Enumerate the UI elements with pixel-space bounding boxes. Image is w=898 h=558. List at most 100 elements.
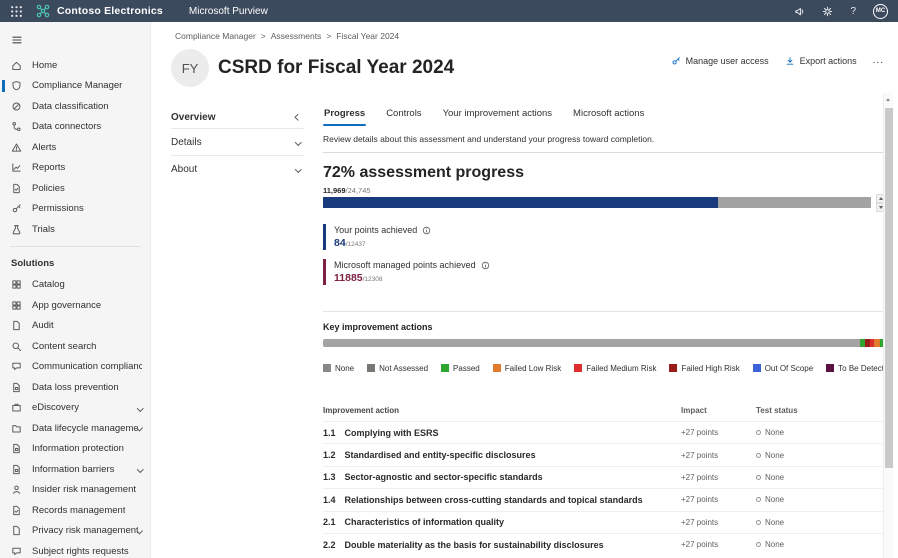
column-impact[interactable]: Impact [681, 406, 756, 415]
sidebar-item-subject-rights-requests[interactable]: Subject rights requests [0, 541, 150, 558]
action-id: 2.2 [323, 539, 336, 550]
breadcrumb: Compliance Manager > Assessments > Fisca… [175, 31, 399, 41]
action-impact: +27 points [681, 428, 719, 438]
info-icon[interactable] [422, 226, 431, 235]
chevron-down-icon [294, 165, 301, 173]
sidebar-item-records-management[interactable]: Records management [0, 500, 150, 521]
sidebar-item-trials[interactable]: Trials [0, 219, 150, 240]
scrollbar-thumb[interactable] [885, 108, 893, 468]
trials-icon [11, 224, 22, 235]
points-card-label: Your points achieved [334, 225, 418, 235]
tab-controls[interactable]: Controls [385, 106, 422, 125]
waffle-icon[interactable] [10, 5, 23, 18]
sidebar-item-compliance-manager[interactable]: Compliance Manager [0, 76, 150, 97]
content-search-icon [11, 341, 22, 352]
breadcrumb-item[interactable]: Assessments [271, 31, 322, 41]
chevron-down-icon [136, 527, 143, 534]
status-circle-icon [756, 497, 761, 503]
table-row[interactable]: 2.1 Characteristics of information quali… [323, 510, 886, 533]
collapse-panel-icon[interactable] [294, 113, 301, 121]
sidebar-item-content-search[interactable]: Content search [0, 336, 150, 357]
sidebar-item-label: Catalog [32, 279, 65, 291]
sidebar-item-data-lifecycle-management[interactable]: Data lifecycle management [0, 418, 150, 439]
status-circle-icon [756, 452, 761, 458]
download-icon [785, 56, 795, 66]
data-classification-icon [11, 101, 22, 112]
sidebar-item-label: Data connectors [32, 121, 102, 133]
status-bar-segment [323, 339, 861, 347]
gear-icon[interactable] [822, 6, 833, 17]
table-row[interactable]: 1.2 Standardised and entity-specific dis… [323, 443, 886, 465]
tab-progress[interactable]: Progress [323, 106, 367, 126]
sidebar-item-catalog[interactable]: Catalog [0, 275, 150, 296]
sidebar-item-data-classification[interactable]: Data classification [0, 96, 150, 117]
left-navigation: Home Compliance Manager Data classificat… [0, 22, 150, 558]
account-avatar[interactable]: MC [873, 3, 888, 19]
action-id: 1.4 [323, 494, 336, 505]
points-achieved-value: 11,969 [323, 186, 346, 195]
points-card-total: /12437 [345, 241, 366, 248]
records-management-icon [11, 505, 22, 516]
legend-item: Failed Medium Risk [574, 364, 656, 373]
help-icon[interactable]: ? [850, 6, 856, 17]
action-name: Characteristics of information quality [344, 517, 505, 528]
table-row[interactable]: 1.3 Sector-agnostic and sector-specific … [323, 465, 886, 488]
legend-label: None [335, 363, 355, 373]
sidebar-item-label: Reports [32, 162, 66, 174]
legend-swatch [323, 364, 331, 372]
legend-swatch [492, 364, 501, 372]
sidebar-item-ediscovery[interactable]: eDiscovery [0, 398, 150, 419]
sidebar-item-label: Permissions [32, 203, 84, 215]
action-impact: +27 points [681, 450, 719, 460]
action-name: Relationships between cross-cutting stan… [344, 494, 643, 505]
sidebar-item-data-loss-prevention[interactable]: Data loss prevention [0, 377, 150, 398]
tab-your-improvement-actions[interactable]: Your improvement actions [442, 106, 553, 125]
communication-compliance-icon [11, 361, 22, 372]
page-title: CSRD for Fiscal Year 2024 [218, 57, 455, 78]
status-circle-icon [756, 542, 761, 548]
column-improvement-action[interactable]: Improvement action [323, 406, 681, 415]
announcements-icon[interactable] [794, 6, 805, 17]
info-icon[interactable] [481, 261, 490, 270]
sidebar-item-alerts[interactable]: Alerts [0, 137, 150, 158]
assessment-progress-heading: 72% assessment progress [323, 164, 524, 181]
breadcrumb-item[interactable]: Compliance Manager [175, 31, 256, 41]
sidebar-item-audit[interactable]: Audit [0, 316, 150, 337]
sidebar-item-information-barriers[interactable]: Information barriers [0, 459, 150, 480]
main-content: Compliance Manager > Assessments > Fisca… [150, 22, 898, 558]
subnav-item-overview[interactable]: Overview [171, 106, 304, 128]
action-id: 1.2 [323, 450, 336, 461]
sidebar-item-privacy-risk-management[interactable]: Privacy risk management [0, 521, 150, 542]
sidebar-item-insider-risk-management[interactable]: Insider risk management [0, 480, 150, 501]
column-test-status[interactable]: Test status [756, 406, 886, 415]
tab-microsoft-actions[interactable]: Microsoft actions [572, 106, 645, 125]
more-actions-button[interactable]: ... [873, 55, 884, 66]
sidebar-item-permissions[interactable]: Permissions [0, 199, 150, 220]
sidebar-item-data-connectors[interactable]: Data connectors [0, 117, 150, 138]
legend-label: Out Of Scope [764, 363, 814, 373]
hamburger-icon[interactable] [11, 34, 23, 46]
points-total-value: /24,745 [345, 186, 371, 195]
table-row[interactable]: 1.1 Complying with ESRS +27 points None [323, 421, 886, 443]
sidebar-item-home[interactable]: Home [0, 55, 150, 76]
subnav-item-about[interactable]: About [171, 156, 304, 182]
subnav-item-details[interactable]: Details [171, 129, 304, 155]
sidebar-item-app-governance[interactable]: App governance [0, 295, 150, 316]
legend-swatch [752, 364, 761, 372]
sidebar-item-policies[interactable]: Policies [0, 178, 150, 199]
breadcrumb-item[interactable]: Fiscal Year 2024 [336, 31, 399, 41]
export-actions-button[interactable]: Export actions [785, 56, 857, 66]
sidebar-item-reports[interactable]: Reports [0, 158, 150, 179]
points-card-value: 11885 [334, 272, 363, 284]
assessment-subnav: Overview Details About [171, 106, 304, 182]
divider [323, 311, 886, 312]
table-row[interactable]: 1.4 Relationships between cross-cutting … [323, 488, 886, 510]
sidebar-item-information-protection[interactable]: Information protection [0, 439, 150, 460]
action-status: None [765, 495, 785, 505]
scrollbar-up-arrow-icon[interactable] [886, 98, 890, 101]
sidebar-item-communication-compliance[interactable]: Communication compliance [0, 357, 150, 378]
vertical-scrollbar[interactable] [883, 93, 893, 558]
status-legend: None Not Assessed Passed Failed Low Risk… [323, 359, 893, 377]
manage-user-access-button[interactable]: Manage user access [671, 56, 769, 66]
table-row[interactable]: 2.2 Double materiality as the basis for … [323, 532, 886, 555]
